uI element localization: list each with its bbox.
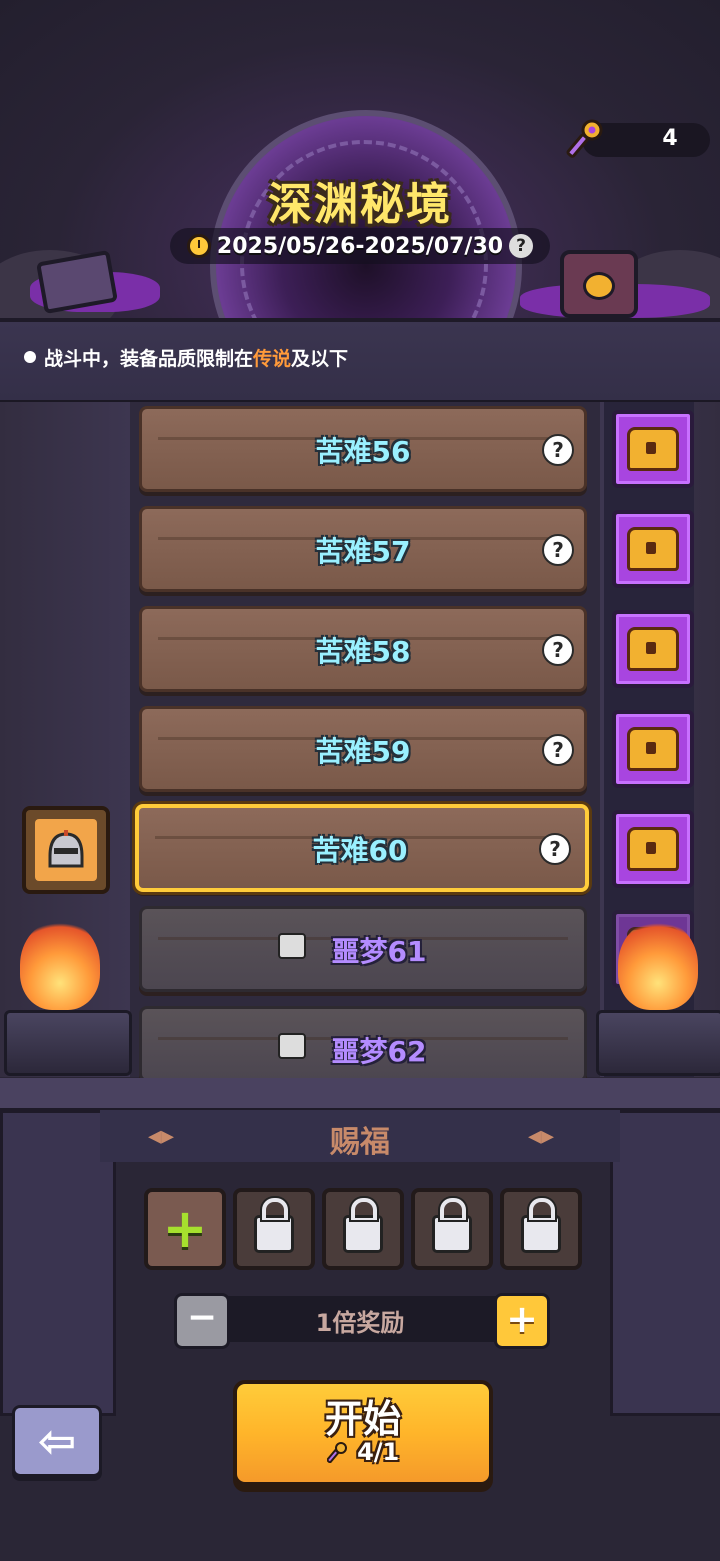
- level-row-62-locked[interactable]: 噩梦62: [139, 1006, 587, 1082]
- key-icon: [325, 1441, 349, 1465]
- level-help-icon[interactable]: ?: [542, 734, 574, 766]
- level-label: 苦难60: [312, 834, 408, 867]
- bullet-dot: [24, 351, 36, 363]
- blessing-slot-add[interactable]: +: [144, 1188, 226, 1270]
- top-banner: [0, 0, 720, 320]
- level-row-57[interactable]: 苦难57 ?: [139, 506, 587, 592]
- reward-chest-60[interactable]: [612, 810, 694, 888]
- page-title: 深渊秘境: [268, 179, 452, 230]
- chest-icon: [627, 827, 679, 871]
- notice-prefix: 战斗中，装备品质限制在: [44, 348, 254, 370]
- start-cost: 4/1: [233, 1438, 493, 1466]
- chest-icon: [627, 727, 679, 771]
- level-row-56[interactable]: 苦难56 ?: [139, 406, 587, 492]
- blessing-slot-locked-1[interactable]: [233, 1188, 315, 1270]
- level-row-60-selected[interactable]: 苦难60 ?: [135, 804, 589, 892]
- level-help-icon[interactable]: ?: [542, 634, 574, 666]
- stone-ledge: [0, 1078, 720, 1112]
- level-help-icon[interactable]: ?: [542, 534, 574, 566]
- decrease-multiplier-button[interactable]: −: [174, 1293, 230, 1349]
- start-button-label: 开始: [324, 1397, 401, 1441]
- blessing-slot-locked-3[interactable]: [411, 1188, 493, 1270]
- event-date-range: 2025/05/26-2025/07/30 ?: [170, 228, 550, 264]
- notice-text: 战斗中，装备品质限制在传说及以下: [44, 344, 348, 371]
- level-label: 苦难56: [315, 435, 411, 468]
- brazier-left: [4, 1010, 132, 1076]
- level-help-icon[interactable]: ?: [542, 434, 574, 466]
- level-label: 苦难57: [315, 535, 411, 568]
- level-label: 苦难59: [315, 735, 411, 768]
- back-arrow-icon: ⇦: [37, 1414, 77, 1468]
- flame-left: [20, 920, 100, 1010]
- brazier-right: [596, 1010, 720, 1076]
- start-cost-value: 4/1: [357, 1438, 400, 1466]
- reward-chest-57[interactable]: [612, 510, 694, 588]
- reward-chest-58[interactable]: [612, 610, 694, 688]
- level-label: 噩梦61: [331, 935, 427, 968]
- notice-highlight: 传说: [253, 348, 292, 370]
- reward-chest-59[interactable]: [612, 710, 694, 788]
- reward-multiplier-label: 1倍奖励: [315, 1309, 405, 1337]
- level-help-icon[interactable]: ?: [539, 833, 571, 865]
- date-range-text: 2025/05/26-2025/07/30: [216, 233, 504, 259]
- monster-chest-decoration: [560, 250, 638, 318]
- chest-icon: [627, 427, 679, 471]
- notice-suffix: 及以下: [291, 348, 349, 370]
- reward-chest-56[interactable]: [612, 410, 694, 488]
- knight-helmet-icon: [35, 819, 97, 881]
- current-hero-marker: [22, 806, 110, 894]
- plus-icon: +: [162, 1197, 208, 1260]
- lock-icon: [432, 1198, 472, 1253]
- stopwatch-icon: [186, 234, 211, 258]
- level-label: 噩梦62: [331, 1035, 427, 1068]
- level-label: 苦难58: [315, 635, 411, 668]
- blessing-slot-locked-2[interactable]: [322, 1188, 404, 1270]
- blessing-slot-locked-4[interactable]: [500, 1188, 582, 1270]
- chest-icon: [627, 627, 679, 671]
- lock-icon: [343, 1198, 383, 1253]
- blessing-title: 赐福: [330, 1125, 390, 1160]
- increase-multiplier-button[interactable]: +: [494, 1293, 550, 1349]
- key-icon: [566, 118, 606, 160]
- flame-right: [618, 920, 698, 1010]
- date-help-icon[interactable]: ?: [509, 234, 534, 258]
- level-row-58[interactable]: 苦难58 ?: [139, 606, 587, 692]
- lock-icon: [254, 1198, 294, 1253]
- key-count: 4: [662, 126, 678, 151]
- back-button[interactable]: ⇦: [12, 1405, 102, 1477]
- level-row-61-locked[interactable]: 噩梦61: [139, 906, 587, 992]
- lock-icon: [521, 1198, 561, 1253]
- level-row-59[interactable]: 苦难59 ?: [139, 706, 587, 792]
- chest-icon: [627, 527, 679, 571]
